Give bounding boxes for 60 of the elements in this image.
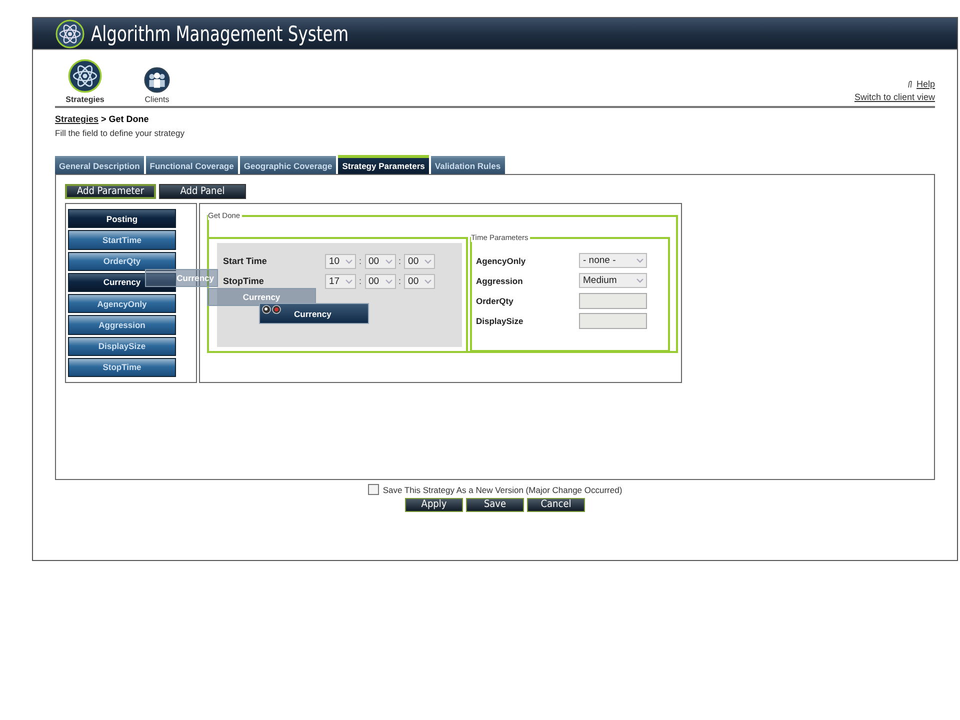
- select-field[interactable]: Medium: [579, 273, 647, 288]
- instruction-text: Fill the field to define your strategy: [55, 128, 186, 138]
- people-icon: [144, 67, 170, 93]
- parameter-button[interactable]: AgencyOnly: [68, 294, 176, 314]
- toolbar-button[interactable]: Add Panel: [159, 184, 246, 199]
- time-select[interactable]: 00: [364, 274, 396, 288]
- parameter-button[interactable]: Currency: [68, 272, 176, 292]
- toolbar-button[interactable]: Add Parameter: [65, 184, 156, 199]
- time-select[interactable]: 00: [404, 254, 436, 268]
- parameter-button[interactable]: DisplaySize: [68, 336, 176, 356]
- breadcrumb-link[interactable]: Strategies: [55, 114, 99, 124]
- caret-icon: [424, 258, 432, 264]
- field-label: OrderQty: [476, 296, 514, 306]
- client-view-link[interactable]: Switch to client view: [854, 92, 935, 102]
- separator-text: :: [359, 256, 362, 266]
- nav-item[interactable]: Strategies: [55, 59, 115, 104]
- parameter-button[interactable]: Aggression: [68, 315, 176, 334]
- parameter-button[interactable]: OrderQty: [68, 252, 176, 271]
- caret-icon: [345, 278, 353, 284]
- window-title: Algorithm Management System: [91, 22, 349, 46]
- caret-icon: [636, 278, 644, 283]
- caret-icon: [384, 258, 393, 264]
- input-field[interactable]: [579, 292, 647, 308]
- separator-text: :: [359, 276, 362, 286]
- field-label: StopTime: [223, 276, 265, 286]
- separator-text: :: [398, 256, 402, 266]
- time-select[interactable]: 00: [364, 254, 396, 268]
- time-select[interactable]: 00: [404, 274, 436, 288]
- parameter-button[interactable]: Posting: [68, 209, 176, 228]
- action-button[interactable]: Save: [466, 498, 524, 512]
- tab[interactable]: Validation Rules: [430, 156, 505, 174]
- caret-icon: [384, 278, 393, 284]
- tab[interactable]: Geographic Coverage: [240, 156, 336, 174]
- time-select[interactable]: 17: [325, 274, 356, 288]
- atom-icon: [68, 59, 102, 93]
- field-label: DisplaySize: [476, 316, 524, 326]
- input-field[interactable]: [579, 312, 647, 328]
- action-button[interactable]: Apply: [405, 498, 463, 512]
- atom-icon: [55, 18, 85, 48]
- parameter-button[interactable]: StartTime: [68, 230, 176, 250]
- dragged-parameter[interactable]: Currency: [259, 303, 369, 324]
- tab[interactable]: Strategy Parameters: [338, 155, 429, 174]
- field-label: Start Time: [223, 256, 268, 266]
- caret-icon: [424, 278, 432, 284]
- separator-text: :: [398, 276, 402, 286]
- tab[interactable]: General Description: [55, 156, 144, 174]
- tab[interactable]: Functional Coverage: [146, 156, 238, 174]
- time-select[interactable]: 10: [325, 254, 356, 268]
- field-label: AgencyOnly: [476, 256, 527, 266]
- help-link[interactable]: Help: [916, 79, 935, 89]
- breadcrumb-current: > Get Done: [101, 114, 149, 124]
- caret-icon: [345, 258, 353, 264]
- caret-icon: [636, 258, 644, 263]
- action-button[interactable]: Cancel: [527, 498, 585, 512]
- checkbox[interactable]: [368, 484, 379, 495]
- field-label: Aggression: [476, 276, 524, 286]
- drag-controls-icon: [262, 305, 282, 314]
- nav-item[interactable]: Clients: [127, 67, 187, 104]
- parameter-button[interactable]: StopTime: [68, 358, 176, 377]
- select-field[interactable]: - none -: [579, 253, 647, 268]
